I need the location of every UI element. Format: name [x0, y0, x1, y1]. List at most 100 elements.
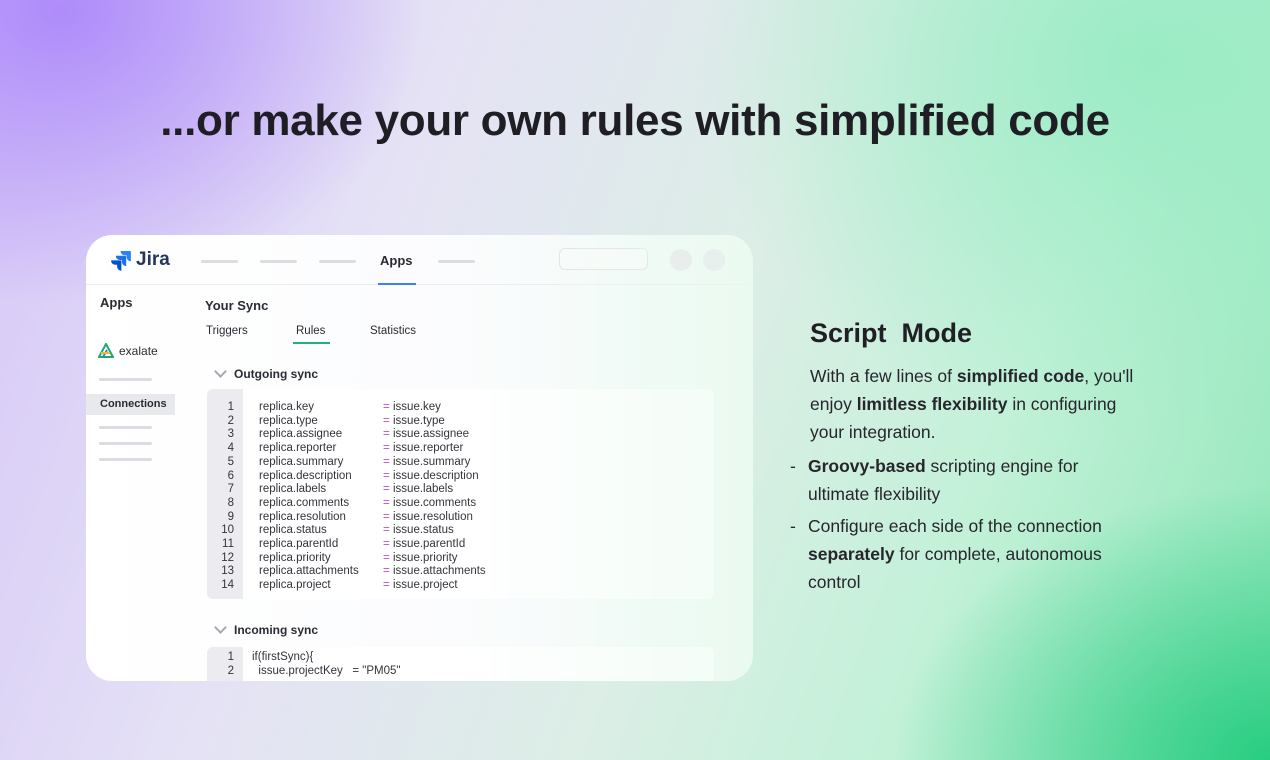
- code-line: 4 replica.reporter = issue.reporter: [207, 442, 707, 456]
- nav-placeholder-2[interactable]: [260, 260, 297, 263]
- code-line: 6 replica.description = issue.description: [207, 470, 707, 484]
- code-line: 5 replica.summary = issue.summary: [207, 456, 707, 470]
- assign-operator: =: [383, 510, 390, 523]
- sidebar-placeholder-3[interactable]: [99, 442, 152, 445]
- tab-active-indicator: [293, 342, 330, 344]
- code-lhs: replica.priority: [259, 551, 331, 564]
- bullet-configure: - Configure each side of the connection …: [790, 512, 1135, 596]
- line-number: 2: [227, 664, 234, 677]
- code-rhs: issue.assignee: [393, 428, 470, 441]
- code-lhs: replica.project: [259, 579, 331, 592]
- code-line: 7 replica.labels = issue.labels: [207, 483, 707, 497]
- desc-text: With a few lines of: [810, 366, 957, 386]
- logo-text: Jira: [136, 249, 170, 270]
- tab-triggers[interactable]: Triggers: [206, 325, 248, 337]
- line-number: 9: [227, 510, 234, 523]
- line-number: 4: [227, 442, 234, 455]
- nav-placeholder-4[interactable]: [438, 260, 475, 263]
- bullet-bold: Groovy-based: [808, 456, 926, 476]
- line-number: 2: [227, 414, 234, 427]
- incoming-sync-header[interactable]: Incoming sync: [214, 621, 319, 637]
- code-line: 9 replica.resolution = issue.resolution: [207, 511, 707, 525]
- assign-operator: =: [383, 538, 390, 550]
- sidebar-item-exalate[interactable]: exalate: [98, 343, 158, 358]
- assign-operator: =: [383, 551, 390, 564]
- code-line: 2 issue.projectKey = "PM05": [207, 665, 707, 679]
- nav-placeholder-1[interactable]: [201, 260, 238, 263]
- code-lhs: replica.description: [259, 469, 352, 482]
- code-lhs: replica.key: [259, 401, 314, 413]
- avatar[interactable]: [703, 249, 725, 271]
- sidebar-placeholder-4[interactable]: [99, 458, 152, 461]
- line-number: 1: [227, 651, 234, 663]
- code-line: 8 replica.comments = issue.comments: [207, 497, 707, 511]
- bullet-bold: separately: [808, 544, 895, 564]
- sidebar-placeholder-1[interactable]: [99, 378, 152, 381]
- assign-operator: =: [383, 401, 390, 413]
- outgoing-sync-title: Outgoing sync: [234, 367, 318, 381]
- code-lhs: replica.labels: [259, 483, 327, 496]
- outgoing-sync-header[interactable]: Outgoing sync: [214, 365, 318, 381]
- code-rhs: issue.type: [393, 414, 445, 427]
- desc-bold: simplified code: [956, 366, 1085, 386]
- bullet-text: Groovy-based scripting engine for ultima…: [790, 452, 1135, 508]
- code-lhs: replica.summary: [259, 455, 344, 468]
- tab-rules[interactable]: Rules: [296, 325, 325, 337]
- code-rhs: issue.summary: [393, 455, 471, 468]
- code-rhs: issue.description: [393, 469, 479, 482]
- code-rhs: issue.labels: [393, 483, 454, 496]
- code-lhs: replica.resolution: [259, 510, 346, 523]
- line-number: 7: [227, 483, 234, 496]
- code-rhs: issue.comments: [393, 496, 477, 509]
- sidebar-item-connections[interactable]: Connections: [86, 394, 175, 415]
- script-mode-description: With a few lines of simplified code, you…: [810, 362, 1155, 446]
- code-line: 10 replica.status = issue.status: [207, 524, 707, 538]
- script-mode-title: Script Mode: [810, 318, 973, 348]
- exalate-logo-icon: [98, 343, 114, 358]
- line-number: 6: [227, 469, 234, 482]
- jira-logo-icon: [111, 251, 131, 271]
- assign-operator: =: [383, 442, 390, 455]
- code-line: 14 replica.project = issue.project: [207, 579, 707, 593]
- assign-operator: =: [383, 524, 390, 537]
- incoming-code-editor[interactable]: 1 if(firstSync){ 2 issue.projectKey = "PM0…: [207, 647, 714, 681]
- code-line: 3 replica.assignee = issue.assignee: [207, 428, 707, 442]
- incoming-sync-title: Incoming sync: [234, 623, 319, 637]
- code-lhs: replica.type: [259, 414, 318, 427]
- code-lhs: replica.assignee: [259, 428, 343, 441]
- line-number: 14: [221, 579, 234, 592]
- sidebar-placeholder-2[interactable]: [99, 426, 152, 429]
- assign-operator: =: [383, 496, 390, 509]
- assign-operator: =: [383, 483, 390, 496]
- outgoing-code-editor[interactable]: 1 replica.key = issue.key 2 replica.type = issu…: [207, 389, 714, 599]
- code-line: 2 replica.type = issue.type: [207, 415, 707, 429]
- code-text: issue.projectKey = "PM05": [252, 664, 401, 677]
- code-line: 11 replica.parentId = issue.parentId: [207, 538, 707, 552]
- tab-statistics[interactable]: Statistics: [370, 325, 416, 337]
- line-number: 3: [227, 428, 234, 441]
- jira-logo[interactable]: Jira: [110, 249, 170, 271]
- jira-app-mockup: Jira Apps Apps exalate Connections Your …: [86, 235, 753, 681]
- line-number: 11: [222, 538, 234, 550]
- code-rhs: issue.key: [393, 401, 441, 413]
- bullet-groovy: - Groovy-based scripting engine for ulti…: [790, 452, 1135, 508]
- page-title: Your Sync: [205, 298, 269, 313]
- code-rhs: issue.resolution: [393, 510, 473, 523]
- code-rhs: issue.attachments: [393, 565, 486, 578]
- bullet-dash: -: [790, 456, 796, 476]
- sidebar-item-label: exalate: [119, 343, 158, 358]
- code-rhs: issue.project: [393, 579, 458, 592]
- code-line: 12 replica.priority = issue.priority: [207, 552, 707, 566]
- nav-item-apps[interactable]: Apps: [380, 253, 413, 268]
- search-input[interactable]: [559, 248, 648, 270]
- code-lhs: replica.parentId: [259, 538, 339, 550]
- code-line: 1 if(firstSync){: [207, 651, 707, 665]
- code-lhs: replica.attachments: [259, 565, 359, 578]
- assign-operator: =: [383, 469, 390, 482]
- nav-placeholder-3[interactable]: [319, 260, 356, 263]
- code-text: if(firstSync){: [252, 651, 314, 663]
- headline: ...or make your own rules with simplifie…: [160, 96, 1110, 145]
- help-icon[interactable]: [670, 249, 692, 271]
- assign-operator: =: [383, 565, 390, 578]
- code-line: 1 replica.key = issue.key: [207, 401, 707, 415]
